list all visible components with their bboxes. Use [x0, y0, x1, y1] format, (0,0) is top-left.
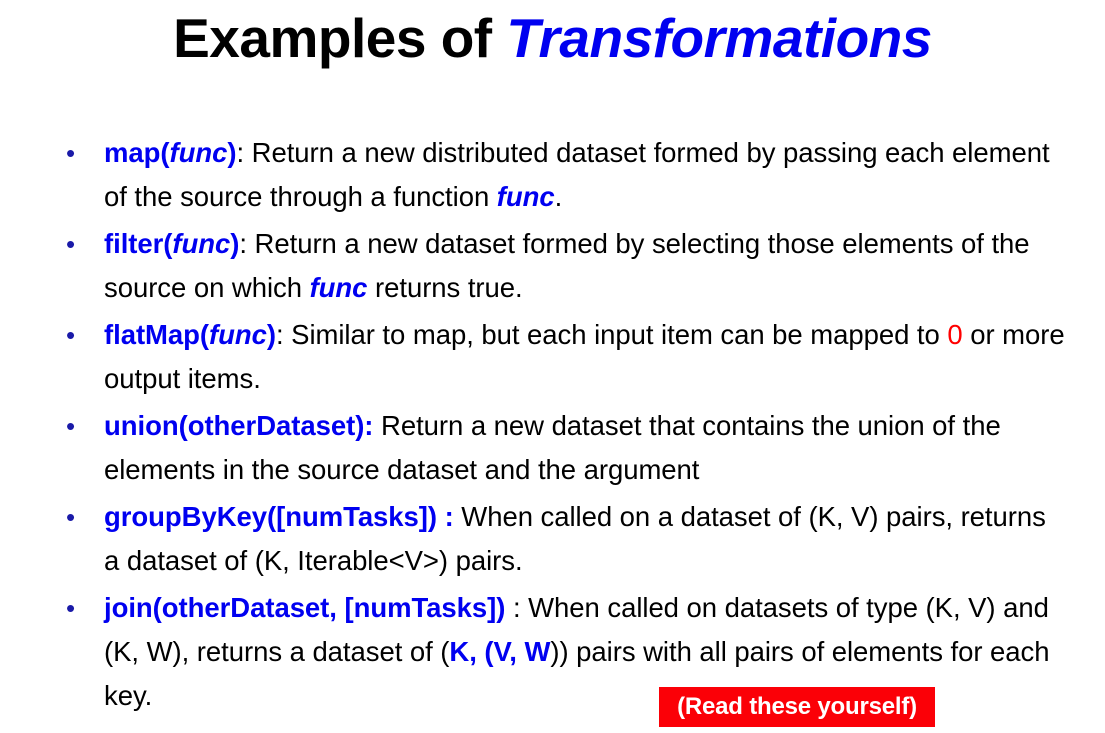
status-badge: (Read these yourself): [659, 687, 935, 727]
list-item-text: union(otherDataset): Return a new datase…: [104, 404, 1068, 492]
status-badge-label: (Read these yourself): [677, 693, 917, 720]
list-item-body-filter-2: returns true.: [367, 272, 523, 303]
bullet-point-icon: •: [66, 229, 76, 259]
list-item-union: • union(otherDataset): Return a new data…: [58, 404, 1068, 492]
list-item-flatmap: • flatMap(func): Similar to map, but eac…: [58, 313, 1068, 401]
page-title: Examples of Transformations: [0, 7, 1105, 70]
list-item-body-map-2: .: [554, 181, 563, 212]
api-arg-filter: func: [172, 228, 231, 259]
transformations-list: • map(func): Return a new distributed da…: [58, 131, 1068, 721]
list-item-text: flatMap(func): Similar to map, but each …: [104, 313, 1068, 401]
highlight-key-value-pair: K, (V, W: [449, 636, 551, 667]
list-item-text: filter(func): Return a new dataset forme…: [104, 222, 1068, 310]
list-item-filter: • filter(func): Return a new dataset for…: [58, 222, 1068, 310]
list-item-text: map(func): Return a new distributed data…: [104, 131, 1068, 219]
bullet-point-icon: •: [66, 411, 76, 441]
api-name-flatmap: flatMap(: [104, 319, 210, 350]
api-close-filter: ): [230, 228, 240, 259]
page-title-accent: Transformations: [506, 7, 932, 69]
inline-arg-map: func: [496, 181, 555, 212]
api-name-map: map(: [104, 137, 170, 168]
api-name-filter: filter(: [104, 228, 173, 259]
list-item-body-flatmap-1: : Similar to map, but each input item ca…: [275, 319, 948, 350]
list-item-text: groupByKey([numTasks]) : When called on …: [104, 495, 1068, 583]
bullet-point-icon: •: [66, 502, 76, 532]
api-name-groupbykey: groupByKey([numTasks]) :: [104, 501, 454, 532]
api-arg-map: func: [169, 137, 228, 168]
highlight-zero: 0: [947, 319, 963, 350]
slide-canvas: Examples of Transformations • map(func):…: [0, 0, 1105, 733]
bullet-point-icon: •: [66, 593, 76, 623]
bullet-point-icon: •: [66, 138, 76, 168]
bullet-point-icon: •: [66, 320, 76, 350]
api-name-join: join(otherDataset, [numTasks]): [104, 592, 506, 623]
list-item-body-map-1: : Return a new distributed dataset forme…: [104, 137, 1050, 212]
list-item-groupbykey: • groupByKey([numTasks]) : When called o…: [58, 495, 1068, 583]
api-close-flatmap: ): [266, 319, 276, 350]
page-title-plain: Examples of: [173, 7, 507, 69]
api-arg-flatmap: func: [209, 319, 267, 350]
list-item-body-filter-1: : Return a new dataset formed by selecti…: [104, 228, 1030, 303]
api-name-union: union(otherDataset):: [104, 410, 374, 441]
inline-arg-filter: func: [309, 272, 368, 303]
list-item-map: • map(func): Return a new distributed da…: [58, 131, 1068, 219]
